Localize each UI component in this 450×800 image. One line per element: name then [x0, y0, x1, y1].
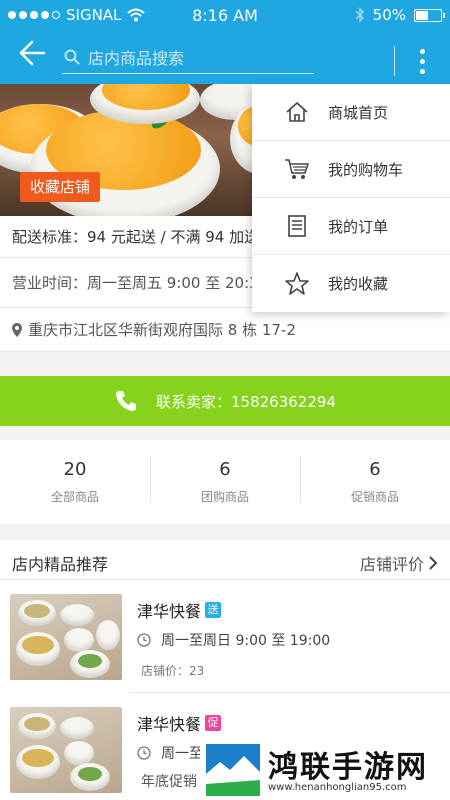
- search-input[interactable]: 店内商品搜索: [62, 40, 314, 74]
- header-divider: [394, 46, 395, 76]
- shop-reviews-label: 店铺评价: [359, 555, 424, 574]
- stat-all-products[interactable]: 20 全部商品: [0, 440, 150, 524]
- menu-item-cart[interactable]: 我的购物车: [252, 141, 450, 198]
- stat-value: 6: [369, 459, 381, 480]
- order-icon: [288, 215, 306, 237]
- stat-label: 全部商品: [50, 490, 99, 504]
- product-price: 店铺价：23: [141, 664, 205, 678]
- product-name: 津华快餐 促: [137, 711, 222, 735]
- search-icon: [64, 49, 80, 65]
- stat-promo-products[interactable]: 6 促销商品: [300, 440, 450, 524]
- chevron-right-icon: [429, 556, 438, 570]
- section-title: 店内精品推荐: [12, 555, 109, 574]
- home-icon: [286, 102, 308, 122]
- watermark-title: 鸿联手游网: [268, 750, 428, 785]
- stat-group-buy-products[interactable]: 6 团购商品: [150, 440, 300, 524]
- menu-item-orders[interactable]: 我的订单: [252, 198, 450, 255]
- clock-icon: [137, 633, 151, 647]
- product-item[interactable]: 津华快餐 送 周一至周日 9:00 至 19:00 店铺价：23: [0, 582, 450, 693]
- product-hours: 周一至周日 9:00 至 19:00: [137, 630, 330, 650]
- cart-icon: [285, 159, 309, 179]
- shop-reviews-link[interactable]: 店铺评价: [360, 551, 438, 575]
- status-bar: SIGNAL 8:16 AM 50%: [0, 0, 450, 32]
- overflow-menu: 商城首页 我的购物车 我的订单 我的收藏: [252, 84, 450, 312]
- menu-label: 商城首页: [328, 103, 389, 122]
- menu-label: 我的订单: [328, 217, 389, 236]
- site-watermark: 鸿联手游网 www.henanhonglian95.com: [200, 740, 450, 800]
- app-header: SIGNAL 8:16 AM 50% 店内商品搜索: [0, 0, 450, 84]
- star-icon: [285, 271, 309, 295]
- menu-item-home[interactable]: 商城首页: [252, 84, 450, 141]
- delivery-badge: 送: [205, 602, 222, 618]
- back-arrow-icon[interactable]: [14, 36, 54, 72]
- location-pin-icon: [12, 322, 22, 337]
- item-divider: [130, 692, 450, 693]
- product-hours: 周一至: [137, 743, 203, 763]
- status-right: 50%: [355, 6, 445, 24]
- product-image: [10, 707, 122, 793]
- product-promo: 年底促销: [141, 774, 197, 790]
- stat-label: 团购商品: [200, 490, 249, 504]
- watermark-logo-icon: [206, 744, 260, 796]
- stat-label: 促销商品: [350, 490, 399, 504]
- contact-seller-button[interactable]: 联系卖家：15826362294: [0, 376, 450, 426]
- stat-value: 6: [219, 459, 231, 480]
- clock-icon: [137, 746, 151, 760]
- battery-icon: [414, 8, 445, 22]
- stat-value: 20: [63, 459, 87, 480]
- watermark-url: www.henanhonglian95.com: [268, 782, 407, 793]
- menu-label: 我的购物车: [328, 160, 404, 179]
- contact-label: 联系卖家：15826362294: [156, 392, 336, 411]
- product-image: [10, 594, 122, 680]
- product-name: 津华快餐 送: [137, 598, 222, 622]
- bluetooth-icon: [355, 7, 364, 23]
- promo-badge: 促: [205, 715, 222, 731]
- section-header: 店内精品推荐 店铺评价: [0, 540, 450, 580]
- favorite-shop-button[interactable]: 收藏店铺: [20, 172, 101, 202]
- address-text: 重庆市江北区华新街观府国际 8 栋 17-2: [28, 321, 296, 339]
- shop-address[interactable]: 重庆市江北区华新街观府国际 8 栋 17-2: [0, 308, 450, 352]
- more-menu-icon[interactable]: [410, 44, 434, 78]
- shop-stats: 20 全部商品 6 团购商品 6 促销商品: [0, 440, 450, 524]
- battery-percent: 50%: [372, 6, 406, 24]
- menu-item-favorites[interactable]: 我的收藏: [252, 255, 450, 312]
- search-placeholder: 店内商品搜索: [88, 48, 185, 68]
- menu-label: 我的收藏: [328, 275, 389, 293]
- phone-icon: [116, 391, 136, 411]
